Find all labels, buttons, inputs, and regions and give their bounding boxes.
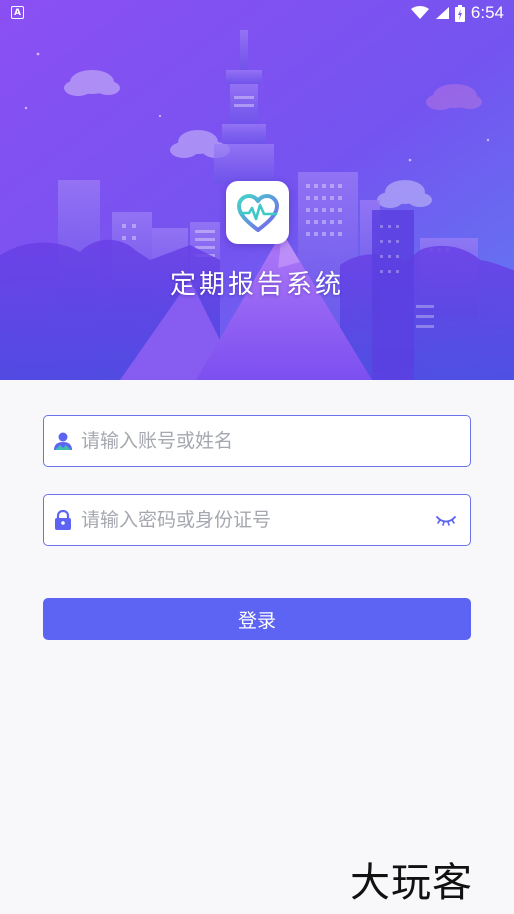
- header-banner: A 6:54 定期报告系统: [0, 0, 514, 380]
- login-button[interactable]: 登录: [43, 598, 471, 640]
- heart-pulse-icon: [236, 193, 279, 232]
- status-indicators: 6:54: [410, 3, 504, 23]
- account-field[interactable]: [43, 415, 471, 467]
- battery-icon: [454, 4, 465, 22]
- user-icon: [53, 431, 73, 451]
- eye-closed-icon[interactable]: [434, 510, 458, 530]
- lock-icon: [53, 510, 73, 530]
- notification-a-icon: A: [11, 6, 24, 19]
- wifi-icon: [410, 6, 429, 20]
- app-title: 定期报告系统: [169, 270, 344, 300]
- password-input[interactable]: [81, 495, 434, 545]
- account-input[interactable]: [81, 416, 470, 466]
- status-bar: A 6:54: [0, 0, 514, 28]
- status-time: 6:54: [470, 3, 504, 22]
- signal-icon: [435, 6, 449, 20]
- app-logo: [226, 181, 289, 244]
- password-field[interactable]: [43, 494, 471, 546]
- watermark-text: 大玩客: [350, 860, 473, 906]
